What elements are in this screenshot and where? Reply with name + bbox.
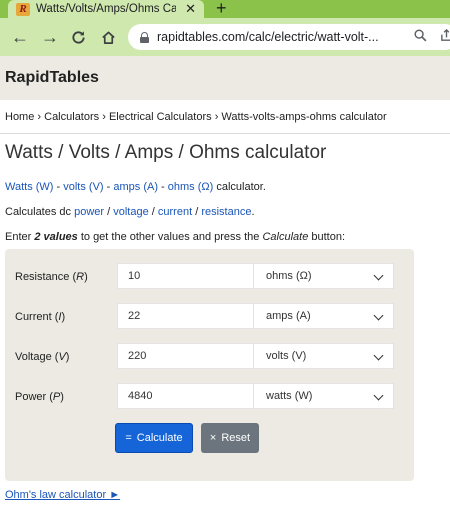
power-label: Power (P) [15, 391, 64, 403]
browser-toolbar: ← → rapidtables.com/calc/electric/watt-v… [0, 18, 450, 56]
calculate-button[interactable]: = Calculate [115, 423, 193, 453]
current-label: Current (I) [15, 311, 66, 323]
calculates-suffix: . [251, 206, 255, 218]
calculate-label: Calculate [136, 432, 183, 444]
instruction-italic: Calculate [262, 231, 309, 243]
power-unit-select[interactable]: watts (W) [253, 383, 394, 409]
share-icon[interactable] [440, 28, 450, 45]
voltage-unit-select[interactable]: volts (V) [253, 343, 394, 369]
intro-separator: - [53, 181, 64, 193]
reload-icon[interactable] [68, 26, 88, 48]
calculates-separator: / [148, 206, 158, 218]
forward-arrow-icon[interactable]: → [40, 26, 60, 48]
breadcrumb-electrical-calculators[interactable]: Electrical Calculators [109, 111, 212, 123]
page-content: RapidTables Home › Calculators › Electri… [0, 56, 450, 511]
breadcrumb: Home › Calculators › Electrical Calculat… [5, 111, 387, 123]
current-unit-select[interactable]: amps (A) [253, 303, 394, 329]
instruction-line: Enter 2 values to get the other values a… [5, 231, 345, 243]
resistance-label: Resistance (R) [15, 271, 88, 283]
rapidtables-favicon-icon: R [16, 2, 30, 16]
voltage-input[interactable]: 220 [117, 343, 253, 369]
breadcrumb-home[interactable]: Home [5, 111, 34, 123]
current-link[interactable]: current [158, 206, 192, 218]
calculates-line: Calculates dc power / voltage / current … [5, 206, 255, 218]
breadcrumb-separator: › [34, 111, 45, 123]
browser-tab[interactable]: R Watts/Volts/Amps/Ohms Calcula ✕ [8, 0, 204, 18]
power-link[interactable]: power [74, 206, 104, 218]
home-icon[interactable] [98, 26, 118, 48]
resistance-link[interactable]: resistance [201, 206, 251, 218]
breadcrumb-calculators[interactable]: Calculators [44, 111, 99, 123]
breadcrumb-separator: › [99, 111, 109, 123]
close-icon: × [209, 432, 217, 444]
back-arrow-icon[interactable]: ← [10, 26, 30, 48]
instruction-text: to get the other values and press the [77, 231, 263, 243]
resistance-input[interactable]: 10 [117, 263, 253, 289]
instruction-text: Enter [5, 231, 35, 243]
breadcrumb-separator: › [211, 111, 222, 123]
zoom-icon[interactable] [414, 29, 427, 45]
lock-icon[interactable] [140, 31, 149, 43]
reset-button[interactable]: × Reset [201, 423, 259, 453]
chevron-down-icon [373, 270, 384, 281]
calculates-prefix: Calculates dc [5, 206, 75, 218]
intro-line: Watts (W) - volts (V) - amps (A) - ohms … [5, 181, 266, 193]
equals-icon: = [125, 432, 132, 444]
ohms-link[interactable]: ohms (Ω) [168, 181, 214, 193]
tab-title: Watts/Volts/Amps/Ohms Calcula [36, 3, 176, 15]
ohms-law-calculator-link[interactable]: Ohm's law calculator ► [5, 489, 120, 501]
current-unit-value: amps (A) [266, 310, 311, 322]
close-tab-icon[interactable]: ✕ [185, 1, 196, 17]
new-tab-button[interactable]: + [216, 0, 227, 19]
arrow-right-icon: ► [109, 489, 121, 501]
power-unit-value: watts (W) [266, 390, 313, 402]
chevron-down-icon [373, 390, 384, 401]
voltage-label: Voltage (V) [15, 351, 70, 363]
voltage-unit-value: volts (V) [266, 350, 307, 362]
current-input[interactable]: 22 [117, 303, 253, 329]
address-bar[interactable]: rapidtables.com/calc/electric/watt-volt-… [128, 24, 450, 50]
url-text: rapidtables.com/calc/electric/watt-volt-… [157, 30, 379, 44]
site-logo[interactable]: RapidTables [5, 69, 99, 87]
site-header: RapidTables [0, 56, 450, 100]
watts-link[interactable]: Watts (W) [5, 181, 53, 193]
resistance-unit-value: ohms (Ω) [266, 270, 312, 282]
breadcrumb-current: Watts-volts-amps-ohms calculator [221, 111, 387, 123]
volts-link[interactable]: volts (V) [63, 181, 103, 193]
intro-separator: - [158, 181, 168, 193]
browser-tabstrip: R Watts/Volts/Amps/Ohms Calcula ✕ + [0, 0, 450, 18]
breadcrumb-divider [0, 133, 450, 134]
page-title: Watts / Volts / Amps / Ohms calculator [5, 142, 327, 163]
power-input[interactable]: 4840 [117, 383, 253, 409]
instruction-bold: 2 values [34, 231, 78, 243]
calculates-separator: / [104, 206, 114, 218]
instruction-text: button: [308, 231, 346, 243]
intro-separator: - [103, 181, 114, 193]
calculates-separator: / [192, 206, 202, 218]
chevron-down-icon [373, 350, 384, 361]
chevron-down-icon [373, 310, 384, 321]
resistance-unit-select[interactable]: ohms (Ω) [253, 263, 394, 289]
ohms-law-link-label: Ohm's law calculator [5, 489, 107, 501]
intro-suffix: calculator. [213, 181, 266, 193]
amps-link[interactable]: amps (A) [113, 181, 158, 193]
voltage-link[interactable]: voltage [113, 206, 148, 218]
reset-label: Reset [221, 432, 251, 444]
